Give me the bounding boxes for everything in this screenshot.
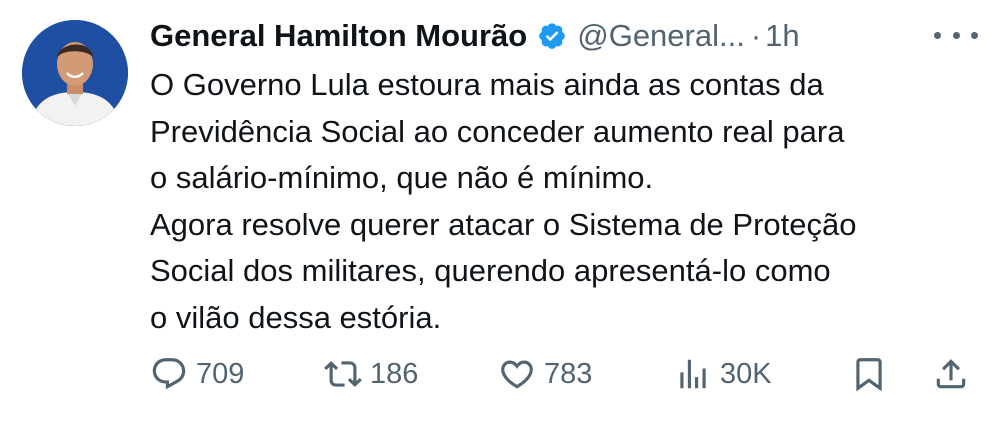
- author-handle[interactable]: @General...: [577, 18, 745, 54]
- tweet-text-line: Social dos militares, querendo apresentá…: [150, 253, 831, 288]
- author-avatar[interactable]: [22, 20, 128, 126]
- more-dot-icon: [971, 31, 978, 39]
- author-display-name[interactable]: General Hamilton Mourão: [150, 18, 527, 54]
- avatar-photo-icon: [22, 20, 128, 126]
- bookmark-button[interactable]: [850, 350, 888, 398]
- reply-button[interactable]: 709: [150, 350, 244, 398]
- more-options-button[interactable]: [934, 20, 978, 50]
- tweet-text-line: Agora resolve querer atacar o Sistema de…: [150, 206, 857, 242]
- tweet-text-line: Previdência Social ao conceder aumento r…: [150, 113, 845, 149]
- retweet-button[interactable]: 186: [324, 350, 418, 398]
- reply-icon: [152, 358, 186, 390]
- more-dot-icon: [952, 31, 960, 39]
- heart-icon: [501, 360, 533, 389]
- more-dot-icon: [934, 31, 941, 39]
- bookmark-icon: [856, 358, 882, 392]
- retweet-icon: [324, 361, 362, 387]
- tweet-timestamp[interactable]: 1h: [765, 18, 799, 54]
- tweet-text-line: o vilão dessa estória.: [150, 299, 442, 335]
- tweet-text-line: O Governo Lula estoura mais ainda as con…: [150, 67, 824, 102]
- like-count: 783: [544, 357, 593, 390]
- share-button[interactable]: [932, 350, 970, 398]
- views-count: 30K: [720, 357, 772, 390]
- views-button[interactable]: 30K: [674, 350, 772, 398]
- tweet-actions-bar: 709 186 783 30K: [150, 350, 980, 398]
- tweet-card[interactable]: General Hamilton Mourão @General... · 1h…: [0, 0, 1000, 422]
- separator-dot: ·: [750, 18, 762, 53]
- tweet-text-line: o salário-mínimo, que não é mínimo.: [150, 160, 654, 195]
- retweet-count: 186: [370, 357, 419, 390]
- reply-count: 709: [196, 357, 245, 390]
- tweet-header: General Hamilton Mourão @General... · 1h: [150, 14, 800, 58]
- views-chart-icon: [680, 359, 706, 389]
- verified-badge-icon[interactable]: [537, 21, 567, 51]
- tweet-text: O Governo Lula estoura mais ainda as con…: [150, 62, 990, 341]
- like-button[interactable]: 783: [498, 350, 592, 398]
- share-icon: [936, 359, 966, 389]
